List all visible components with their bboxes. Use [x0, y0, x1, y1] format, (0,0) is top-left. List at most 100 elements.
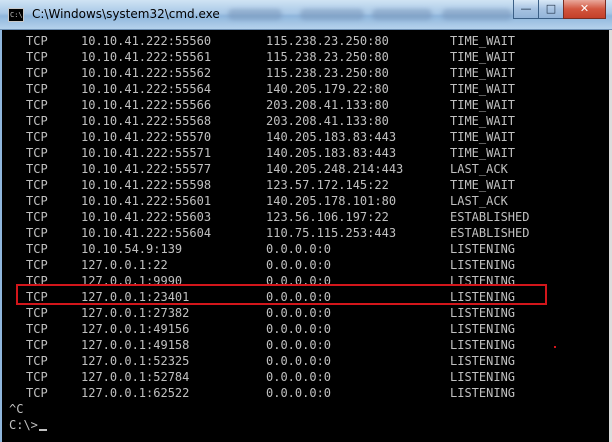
local-address-cell: 127.0.0.1:49156 [81, 322, 190, 336]
cmd-app-icon[interactable]: C:\ [8, 8, 24, 22]
window-controls: — □ ✕ [513, 0, 606, 20]
foreign-address-cell: 0.0.0.0:0 [266, 258, 332, 272]
protocol-cell: TCP [26, 210, 48, 224]
foreign-address-cell: 0.0.0.0:0 [266, 338, 332, 352]
foreign-address-cell: 0.0.0.0:0 [266, 306, 332, 320]
state-cell: LAST_ACK [450, 194, 508, 208]
netstat-row: TCP 127.0.0.1:27382 0.0.0.0:0 LISTENING [0, 305, 612, 321]
command-prompt-line[interactable]: C:\> [9, 417, 47, 433]
protocol-cell: TCP [26, 194, 48, 208]
state-cell: TIME_WAIT [450, 114, 516, 128]
state-cell: LISTENING [450, 354, 516, 368]
foreign-address-cell: 0.0.0.0:0 [266, 242, 332, 256]
netstat-row: TCP 10.10.41.222:55570 140.205.183.83:443 T… [0, 129, 612, 145]
state-cell: LISTENING [450, 370, 516, 384]
netstat-row: TCP 10.10.41.222:55566 203.208.41.133:80 TI… [0, 97, 612, 113]
protocol-cell: TCP [26, 226, 48, 240]
state-cell: LISTENING [450, 306, 516, 320]
netstat-row: TCP 10.10.41.222:55604 110.75.115.253:443 E… [0, 225, 612, 241]
local-address-cell: 10.10.41.222:55604 [81, 226, 212, 240]
interrupt-line: ^C [9, 402, 24, 416]
title-bar[interactable]: C:\ C:\Windows\system32\cmd.exe — □ ✕ [0, 0, 612, 30]
protocol-cell: TCP [26, 242, 48, 256]
protocol-cell: TCP [26, 322, 48, 336]
local-address-cell: 10.10.41.222:55560 [81, 34, 212, 48]
local-address-cell: 10.10.41.222:55601 [81, 194, 212, 208]
foreign-address-cell: 110.75.115.253:443 [266, 226, 397, 240]
minimize-button[interactable]: — [513, 0, 539, 19]
netstat-row: TCP 10.10.41.222:55562 115.238.23.250:80 TI… [0, 65, 612, 81]
foreign-address-cell: 115.238.23.250:80 [266, 34, 389, 48]
highlight-annotation-box [16, 284, 547, 305]
netstat-table: TCP 10.10.41.222:55560 115.238.23.250:80 TI… [0, 33, 612, 401]
local-address-cell: 10.10.41.222:55577 [81, 162, 212, 176]
foreign-address-cell: 140.205.183.83:443 [266, 146, 397, 160]
local-address-cell: 10.10.41.222:55598 [81, 178, 212, 192]
state-cell: TIME_WAIT [450, 66, 516, 80]
protocol-cell: TCP [26, 306, 48, 320]
foreign-address-cell: 140.205.178.101:80 [266, 194, 397, 208]
close-button[interactable]: ✕ [563, 0, 606, 19]
cmd-window: C:\ C:\Windows\system32\cmd.exe — □ ✕ TC… [0, 0, 612, 442]
protocol-cell: TCP [26, 370, 48, 384]
maximize-button[interactable]: □ [538, 0, 564, 19]
local-address-cell: 127.0.0.1:52325 [81, 354, 190, 368]
foreign-address-cell: 0.0.0.0:0 [266, 322, 332, 336]
foreign-address-cell: 203.208.41.133:80 [266, 98, 389, 112]
state-cell: ESTABLISHED [450, 226, 530, 240]
protocol-cell: TCP [26, 162, 48, 176]
state-cell: TIME_WAIT [450, 178, 516, 192]
foreign-address-cell: 115.238.23.250:80 [266, 50, 389, 64]
state-cell: TIME_WAIT [450, 146, 516, 160]
protocol-cell: TCP [26, 354, 48, 368]
protocol-cell: TCP [26, 50, 48, 64]
blurred-title-region [300, 9, 364, 20]
protocol-cell: TCP [26, 178, 48, 192]
foreign-address-cell: 203.208.41.133:80 [266, 114, 389, 128]
local-address-cell: 10.10.41.222:55570 [81, 130, 212, 144]
foreign-address-cell: 115.238.23.250:80 [266, 66, 389, 80]
local-address-cell: 10.10.41.222:55561 [81, 50, 212, 64]
command-prompt: C:\> [9, 418, 38, 432]
local-address-cell: 10.10.41.222:55566 [81, 98, 212, 112]
state-cell: LISTENING [450, 258, 516, 272]
protocol-cell: TCP [26, 66, 48, 80]
local-address-cell: 127.0.0.1:62522 [81, 386, 190, 400]
window-left-border [0, 30, 2, 442]
netstat-row: TCP 10.10.41.222:55577 140.205.248.214:443… [0, 161, 612, 177]
protocol-cell: TCP [26, 82, 48, 96]
state-cell: TIME_WAIT [450, 98, 516, 112]
netstat-row: TCP 10.10.54.9:139 0.0.0.0:0 LISTENING [0, 241, 612, 257]
state-cell: LISTENING [450, 386, 516, 400]
netstat-row: TCP 10.10.41.222:55568 203.208.41.133:80 TI… [0, 113, 612, 129]
netstat-row: TCP 10.10.41.222:55598 123.57.172.145:22 TI… [0, 177, 612, 193]
protocol-cell: TCP [26, 114, 48, 128]
protocol-cell: TCP [26, 258, 48, 272]
local-address-cell: 127.0.0.1:52784 [81, 370, 190, 384]
state-cell: TIME_WAIT [450, 82, 516, 96]
foreign-address-cell: 140.205.183.83:443 [266, 130, 397, 144]
state-cell: ESTABLISHED [450, 210, 530, 224]
console-output[interactable]: TCP 10.10.41.222:55560 115.238.23.250:80 TI… [0, 30, 612, 442]
foreign-address-cell: 0.0.0.0:0 [266, 370, 332, 384]
netstat-row: TCP 10.10.41.222:55560 115.238.23.250:80 TI… [0, 33, 612, 49]
blurred-title-region [442, 9, 512, 20]
state-cell: LAST_ACK [450, 162, 508, 176]
state-cell: TIME_WAIT [450, 34, 516, 48]
local-address-cell: 127.0.0.1:27382 [81, 306, 190, 320]
netstat-row: TCP 127.0.0.1:52784 0.0.0.0:0 LISTENING [0, 369, 612, 385]
blurred-title-region [228, 9, 282, 20]
netstat-row: TCP 127.0.0.1:62522 0.0.0.0:0 LISTENING [0, 385, 612, 401]
blurred-title-region [372, 9, 432, 20]
state-cell: TIME_WAIT [450, 130, 516, 144]
local-address-cell: 10.10.41.222:55571 [81, 146, 212, 160]
red-marker-dot [554, 346, 556, 348]
foreign-address-cell: 123.56.106.197:22 [266, 210, 389, 224]
netstat-row: TCP 127.0.0.1:52325 0.0.0.0:0 LISTENING [0, 353, 612, 369]
netstat-row: TCP 10.10.41.222:55564 140.205.179.22:80 TI… [0, 81, 612, 97]
netstat-row: TCP 127.0.0.1:22 0.0.0.0:0 LISTENING [0, 257, 612, 273]
netstat-row: TCP 10.10.41.222:55571 140.205.183.83:443 T… [0, 145, 612, 161]
state-cell: LISTENING [450, 242, 516, 256]
local-address-cell: 10.10.41.222:55562 [81, 66, 212, 80]
foreign-address-cell: 140.205.248.214:443 [266, 162, 404, 176]
